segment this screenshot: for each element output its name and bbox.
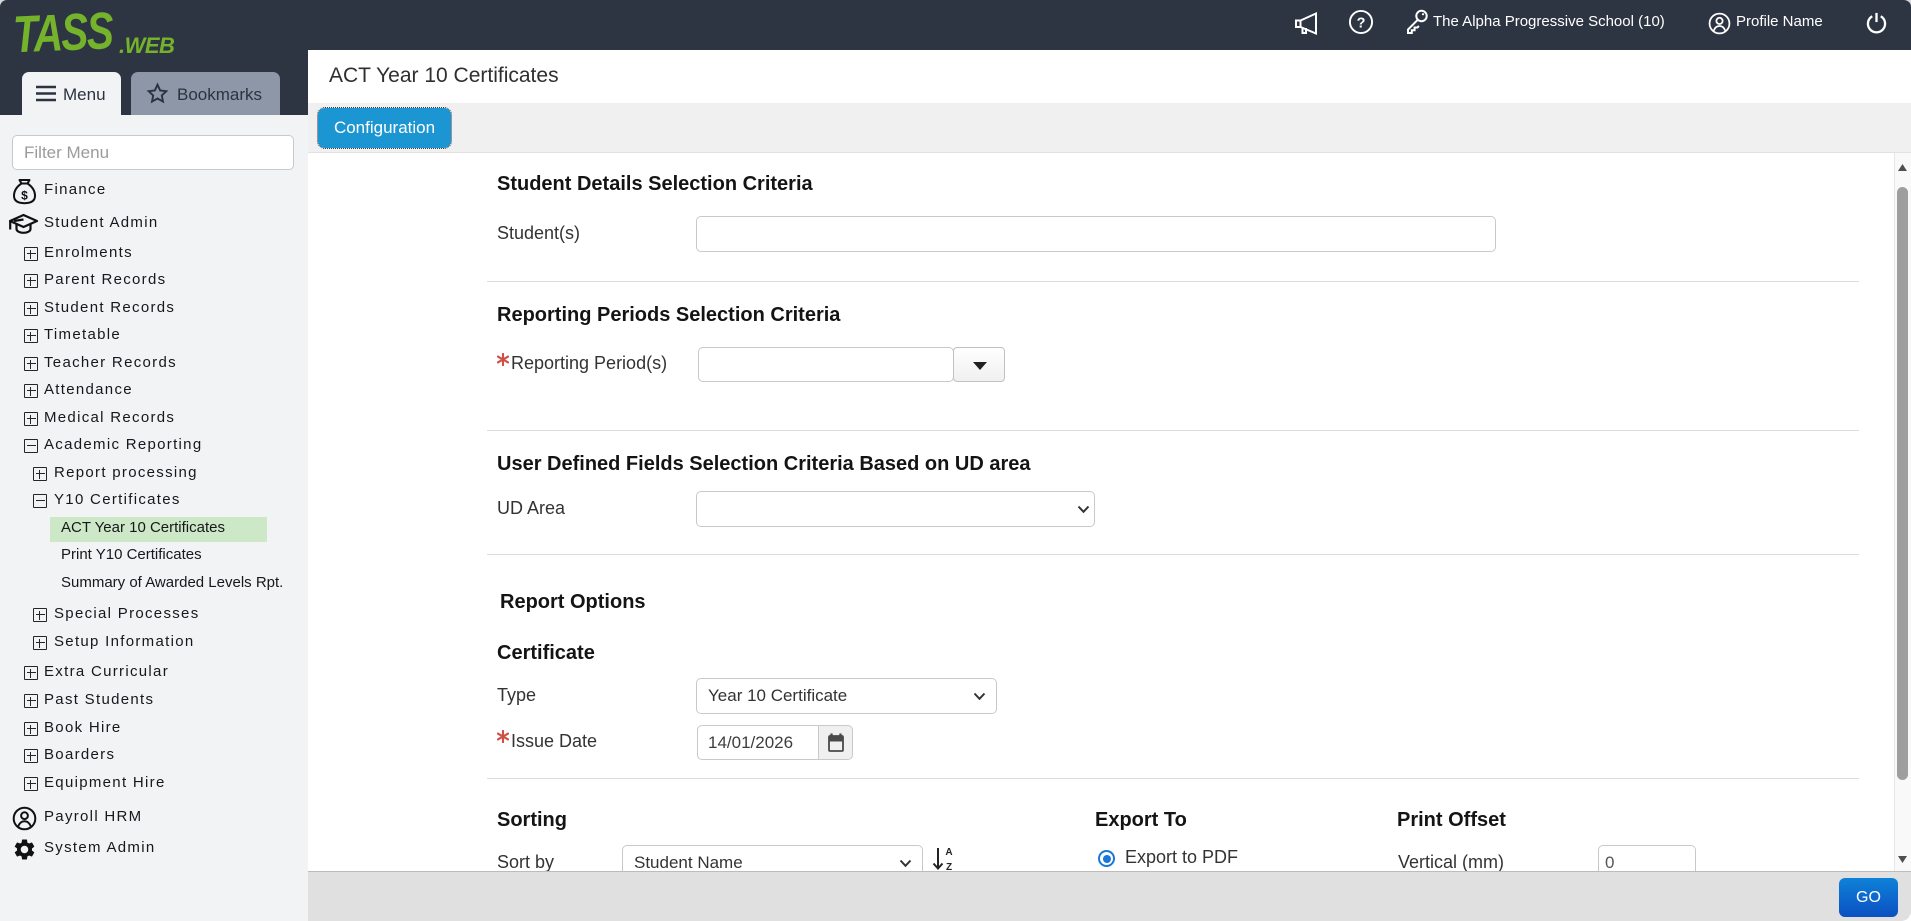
svg-text:.WEB: .WEB (119, 33, 175, 58)
svg-text:?: ? (1357, 15, 1366, 31)
svg-text:TASS: TASS (14, 4, 115, 58)
svg-text:$: $ (21, 189, 28, 203)
svg-text:A: A (945, 847, 952, 858)
